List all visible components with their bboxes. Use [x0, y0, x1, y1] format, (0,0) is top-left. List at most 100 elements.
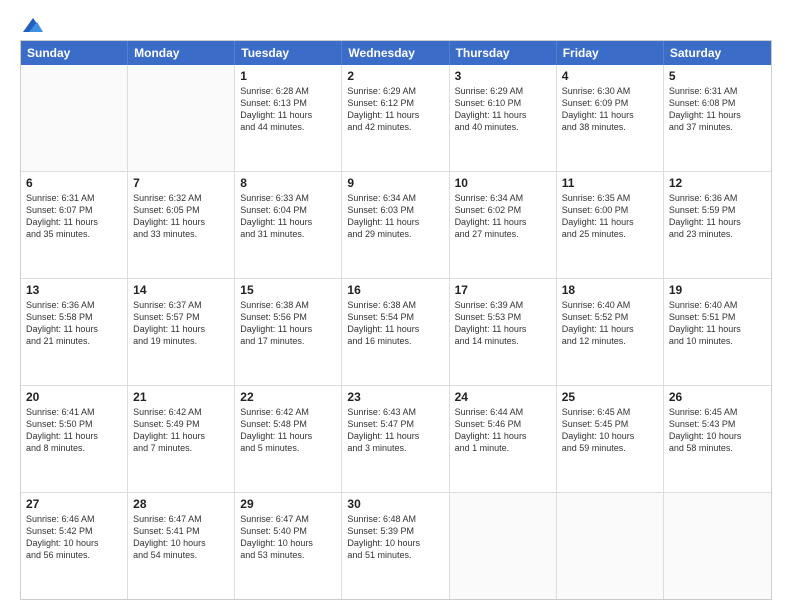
cell-info-line: Daylight: 11 hours	[26, 323, 122, 335]
calendar-cell	[557, 493, 664, 599]
cell-info-line: Sunset: 5:43 PM	[669, 418, 766, 430]
cell-info-line: and 21 minutes.	[26, 335, 122, 347]
weekday-header-monday: Monday	[128, 41, 235, 65]
day-number: 2	[347, 69, 443, 83]
cell-info-line: and 38 minutes.	[562, 121, 658, 133]
cell-info-line: Sunset: 5:50 PM	[26, 418, 122, 430]
calendar-cell: 16Sunrise: 6:38 AMSunset: 5:54 PMDayligh…	[342, 279, 449, 385]
calendar-cell: 12Sunrise: 6:36 AMSunset: 5:59 PMDayligh…	[664, 172, 771, 278]
cell-info-line: Sunrise: 6:42 AM	[133, 406, 229, 418]
calendar-cell	[664, 493, 771, 599]
day-number: 9	[347, 176, 443, 190]
cell-info-line: and 42 minutes.	[347, 121, 443, 133]
calendar-cell: 28Sunrise: 6:47 AMSunset: 5:41 PMDayligh…	[128, 493, 235, 599]
cell-info-line: Sunrise: 6:45 AM	[562, 406, 658, 418]
cell-info-line: Sunset: 6:10 PM	[455, 97, 551, 109]
day-number: 30	[347, 497, 443, 511]
cell-info-line: and 40 minutes.	[455, 121, 551, 133]
calendar-cell: 4Sunrise: 6:30 AMSunset: 6:09 PMDaylight…	[557, 65, 664, 171]
calendar-header: SundayMondayTuesdayWednesdayThursdayFrid…	[21, 41, 771, 65]
cell-info-line: Daylight: 11 hours	[26, 216, 122, 228]
cell-info-line: and 54 minutes.	[133, 549, 229, 561]
cell-info-line: Sunrise: 6:36 AM	[669, 192, 766, 204]
cell-info-line: Sunrise: 6:29 AM	[347, 85, 443, 97]
cell-info-line: and 10 minutes.	[669, 335, 766, 347]
cell-info-line: Sunset: 6:12 PM	[347, 97, 443, 109]
day-number: 19	[669, 283, 766, 297]
cell-info-line: Daylight: 11 hours	[26, 430, 122, 442]
cell-info-line: Sunrise: 6:47 AM	[240, 513, 336, 525]
cell-info-line: Daylight: 11 hours	[669, 216, 766, 228]
cell-info-line: and 58 minutes.	[669, 442, 766, 454]
cell-info-line: and 29 minutes.	[347, 228, 443, 240]
day-number: 15	[240, 283, 336, 297]
day-number: 11	[562, 176, 658, 190]
day-number: 28	[133, 497, 229, 511]
day-number: 18	[562, 283, 658, 297]
cell-info-line: Daylight: 10 hours	[240, 537, 336, 549]
calendar-cell: 26Sunrise: 6:45 AMSunset: 5:43 PMDayligh…	[664, 386, 771, 492]
cell-info-line: Sunset: 5:49 PM	[133, 418, 229, 430]
cell-info-line: Sunset: 5:42 PM	[26, 525, 122, 537]
day-number: 25	[562, 390, 658, 404]
calendar-cell: 11Sunrise: 6:35 AMSunset: 6:00 PMDayligh…	[557, 172, 664, 278]
cell-info-line: Sunset: 6:03 PM	[347, 204, 443, 216]
calendar-cell	[128, 65, 235, 171]
cell-info-line: Sunrise: 6:39 AM	[455, 299, 551, 311]
cell-info-line: Daylight: 10 hours	[133, 537, 229, 549]
page: SundayMondayTuesdayWednesdayThursdayFrid…	[0, 0, 792, 612]
calendar-cell: 30Sunrise: 6:48 AMSunset: 5:39 PMDayligh…	[342, 493, 449, 599]
calendar-row-1: 1Sunrise: 6:28 AMSunset: 6:13 PMDaylight…	[21, 65, 771, 172]
weekday-header-friday: Friday	[557, 41, 664, 65]
cell-info-line: Daylight: 11 hours	[240, 109, 336, 121]
cell-info-line: Daylight: 11 hours	[240, 216, 336, 228]
cell-info-line: Sunrise: 6:45 AM	[669, 406, 766, 418]
cell-info-line: Daylight: 11 hours	[455, 216, 551, 228]
calendar-cell: 24Sunrise: 6:44 AMSunset: 5:46 PMDayligh…	[450, 386, 557, 492]
cell-info-line: Sunrise: 6:37 AM	[133, 299, 229, 311]
cell-info-line: Sunset: 5:58 PM	[26, 311, 122, 323]
cell-info-line: Sunrise: 6:38 AM	[240, 299, 336, 311]
cell-info-line: Sunset: 6:13 PM	[240, 97, 336, 109]
cell-info-line: Sunrise: 6:48 AM	[347, 513, 443, 525]
cell-info-line: Daylight: 11 hours	[133, 216, 229, 228]
cell-info-line: and 31 minutes.	[240, 228, 336, 240]
cell-info-line: Sunrise: 6:34 AM	[347, 192, 443, 204]
cell-info-line: Sunrise: 6:31 AM	[669, 85, 766, 97]
cell-info-line: Sunset: 6:08 PM	[669, 97, 766, 109]
calendar-cell: 19Sunrise: 6:40 AMSunset: 5:51 PMDayligh…	[664, 279, 771, 385]
cell-info-line: and 35 minutes.	[26, 228, 122, 240]
day-number: 27	[26, 497, 122, 511]
day-number: 1	[240, 69, 336, 83]
calendar-cell: 21Sunrise: 6:42 AMSunset: 5:49 PMDayligh…	[128, 386, 235, 492]
calendar-cell	[450, 493, 557, 599]
cell-info-line: Sunset: 6:02 PM	[455, 204, 551, 216]
logo-icon	[21, 16, 43, 34]
calendar-cell: 2 Sunrise: 6:29 AMSunset: 6:12 PMDaylight…	[342, 65, 449, 171]
cell-info-line: Sunrise: 6:44 AM	[455, 406, 551, 418]
cell-info-line: and 5 minutes.	[240, 442, 336, 454]
cell-info-line: Sunrise: 6:35 AM	[562, 192, 658, 204]
calendar-cell: 3Sunrise: 6:29 AMSunset: 6:10 PMDaylight…	[450, 65, 557, 171]
calendar-cell: 29Sunrise: 6:47 AMSunset: 5:40 PMDayligh…	[235, 493, 342, 599]
cell-info-line: and 14 minutes.	[455, 335, 551, 347]
cell-info-line: Daylight: 11 hours	[669, 109, 766, 121]
calendar-cell: 23Sunrise: 6:43 AMSunset: 5:47 PMDayligh…	[342, 386, 449, 492]
cell-info-line: Daylight: 11 hours	[347, 430, 443, 442]
cell-info-line: Daylight: 11 hours	[347, 109, 443, 121]
cell-info-line: and 53 minutes.	[240, 549, 336, 561]
day-number: 8	[240, 176, 336, 190]
day-number: 26	[669, 390, 766, 404]
cell-info-line: Sunset: 5:59 PM	[669, 204, 766, 216]
day-number: 29	[240, 497, 336, 511]
calendar-row-4: 20Sunrise: 6:41 AMSunset: 5:50 PMDayligh…	[21, 386, 771, 493]
cell-info-line: Daylight: 11 hours	[133, 323, 229, 335]
cell-info-line: Sunset: 5:45 PM	[562, 418, 658, 430]
day-number: 22	[240, 390, 336, 404]
cell-info-line: Sunrise: 6:33 AM	[240, 192, 336, 204]
cell-info-line: Sunset: 6:05 PM	[133, 204, 229, 216]
day-number: 3	[455, 69, 551, 83]
cell-info-line: Daylight: 10 hours	[347, 537, 443, 549]
cell-info-line: and 51 minutes.	[347, 549, 443, 561]
cell-info-line: Daylight: 11 hours	[240, 430, 336, 442]
